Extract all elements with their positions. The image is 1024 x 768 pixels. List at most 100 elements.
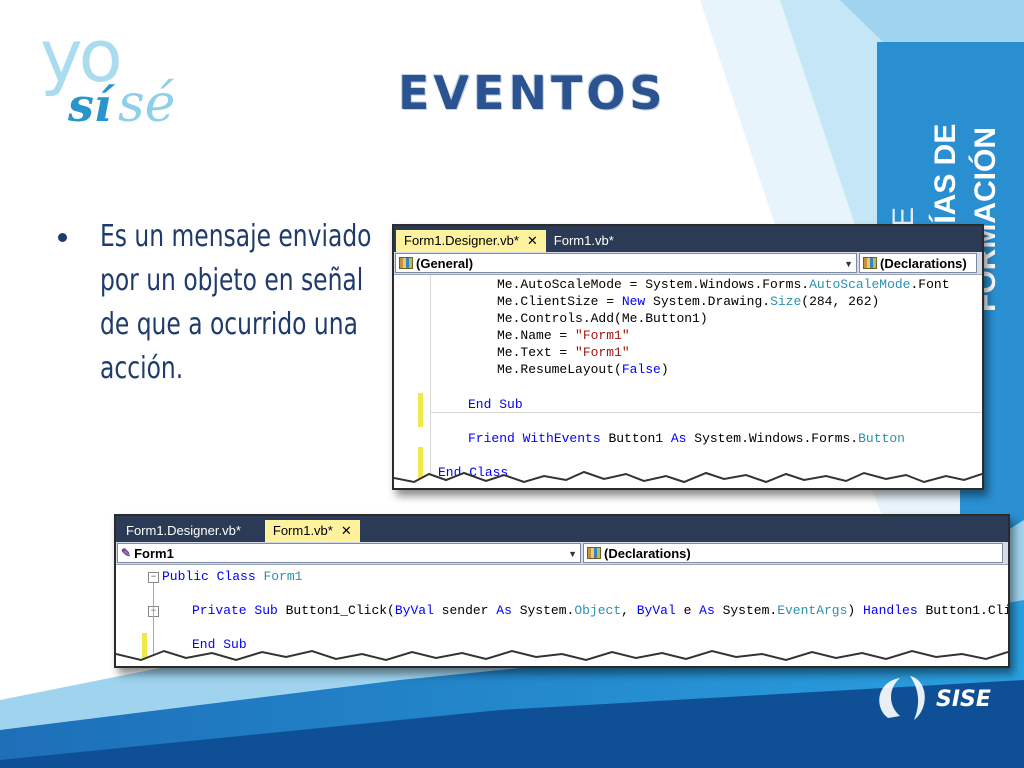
class-dropdown[interactable]: (General) ▼ bbox=[395, 253, 857, 273]
code-token: As bbox=[699, 603, 715, 618]
code-token: .Name = bbox=[512, 328, 576, 343]
code-line: Me.ResumeLayout(False) bbox=[497, 362, 669, 377]
code-token: ByVal bbox=[636, 603, 676, 618]
code-token: Object bbox=[574, 603, 622, 618]
code-token: System.Windows.Forms. bbox=[686, 431, 859, 446]
sise-logo: SISE bbox=[879, 676, 991, 720]
code-token: False bbox=[621, 362, 661, 377]
code-token: .Text = bbox=[512, 345, 576, 360]
logo-si-text: sí bbox=[68, 78, 112, 132]
code-token: Button1_Click( bbox=[277, 603, 395, 618]
tab-form1-designer[interactable]: Form1.Designer.vb* ✕ bbox=[396, 230, 546, 252]
tab-form1-vb[interactable]: Form1.vb* bbox=[546, 230, 622, 252]
code-area[interactable]: Me.AutoScaleMode = System.Windows.Forms.… bbox=[394, 275, 982, 488]
code-token: Friend bbox=[468, 431, 515, 446]
close-tab-icon[interactable]: ✕ bbox=[341, 520, 352, 542]
code-token: Me bbox=[497, 311, 513, 326]
code-token: Public bbox=[162, 569, 209, 584]
code-token: Private bbox=[192, 603, 247, 618]
code-line: Private Sub Button1_Click(ByVal sender A… bbox=[192, 603, 1010, 618]
code-token: .Button1) bbox=[637, 311, 708, 326]
code-token: Sub bbox=[254, 603, 278, 618]
logo-se-text: sé bbox=[118, 74, 176, 134]
code-token: Me bbox=[497, 362, 513, 377]
sise-logo-text: SISE bbox=[936, 687, 991, 712]
code-line: Me.Text = "Form1" bbox=[497, 345, 630, 360]
method-icon bbox=[863, 257, 877, 269]
code-token: As bbox=[496, 603, 512, 618]
chevron-down-icon: ▼ bbox=[844, 259, 853, 269]
code-token: .ResumeLayout( bbox=[512, 362, 622, 377]
code-token: Me bbox=[497, 328, 513, 343]
code-line: Me.AutoScaleMode = System.Windows.Forms.… bbox=[497, 277, 950, 292]
tab-label: Form1.Designer.vb* bbox=[126, 523, 241, 538]
code-token: WithEvents bbox=[522, 431, 601, 446]
code-token: ByVal bbox=[394, 603, 434, 618]
code-token: EventArgs bbox=[777, 603, 848, 618]
tab-label: Form1.vb* bbox=[553, 233, 614, 248]
code-token: System. bbox=[511, 603, 575, 618]
code-token: .Controls.Add( bbox=[512, 311, 622, 326]
code-token: System.Drawing. bbox=[645, 294, 771, 309]
class-icon bbox=[399, 257, 413, 269]
code-token: (284, 262) bbox=[801, 294, 880, 309]
tab-form1-designer[interactable]: Form1.Designer.vb* bbox=[118, 520, 249, 542]
code-token: sender bbox=[433, 603, 497, 618]
code-editor-designer: Form1.Designer.vb* ✕ Form1.vb* (General)… bbox=[392, 224, 984, 490]
code-token: Button1.Click bbox=[925, 603, 1010, 618]
tab-form1-vb[interactable]: Form1.vb* ✕ bbox=[264, 520, 360, 542]
tab-label: Form1.vb* bbox=[272, 523, 333, 538]
torn-edge bbox=[394, 470, 982, 488]
member-dropdown-bar: ✎ Form1 ▼ (Declarations) bbox=[116, 542, 1008, 565]
code-token: System. bbox=[714, 603, 778, 618]
code-token: Class bbox=[216, 569, 256, 584]
code-token: "Form1" bbox=[575, 345, 630, 360]
code-token: , bbox=[621, 603, 637, 618]
code-token: .ClientSize = bbox=[512, 294, 622, 309]
method-dropdown[interactable]: (Declarations) bbox=[583, 543, 1003, 563]
code-token: e bbox=[675, 603, 700, 618]
method-dropdown-value: (Declarations) bbox=[604, 545, 691, 561]
method-dropdown-value: (Declarations) bbox=[880, 255, 967, 271]
code-token: "Form1" bbox=[575, 328, 630, 343]
slide-title: EVENTOS bbox=[398, 66, 667, 120]
code-line: End Sub bbox=[468, 397, 523, 412]
close-tab-icon[interactable]: ✕ bbox=[527, 230, 538, 252]
code-token: Me bbox=[497, 345, 513, 360]
method-dropdown[interactable]: (Declarations) bbox=[859, 253, 977, 273]
code-editor-form: Form1.Designer.vb* Form1.vb* ✕ ✎ Form1 ▼… bbox=[114, 514, 1010, 668]
code-token: Me bbox=[497, 294, 513, 309]
form-class-icon: ✎ bbox=[121, 546, 132, 560]
code-token: ) bbox=[847, 603, 864, 618]
member-dropdown-bar: (General) ▼ (Declarations) bbox=[394, 252, 982, 275]
code-token: ) bbox=[660, 362, 669, 377]
chevron-down-icon: ▼ bbox=[568, 549, 577, 559]
method-icon bbox=[587, 547, 601, 559]
code-token: Form1 bbox=[263, 569, 303, 584]
code-token: Handles bbox=[863, 603, 918, 618]
code-token: As bbox=[670, 431, 687, 446]
code-token: Me bbox=[497, 277, 513, 292]
code-line: Me.Controls.Add(Me.Button1) bbox=[497, 311, 708, 326]
tab-label: Form1.Designer.vb* bbox=[404, 233, 519, 248]
class-dropdown-value: Form1 bbox=[134, 545, 174, 561]
code-token: .Font bbox=[910, 277, 950, 292]
code-line: Friend WithEvents Button1 As System.Wind… bbox=[468, 431, 905, 446]
code-line: Public Class Form1 bbox=[162, 569, 302, 584]
code-line: Me.ClientSize = New System.Drawing.Size(… bbox=[497, 294, 879, 309]
torn-edge bbox=[116, 649, 1008, 666]
code-token: Button1 bbox=[600, 431, 671, 446]
code-token: AutoScaleMode bbox=[809, 277, 911, 292]
code-line: Me.Name = "Form1" bbox=[497, 328, 630, 343]
editor-tab-bar: Form1.Designer.vb* ✕ Form1.vb* bbox=[394, 226, 982, 252]
class-dropdown-value: (General) bbox=[416, 255, 474, 271]
code-token: New bbox=[621, 294, 646, 309]
class-dropdown[interactable]: ✎ Form1 ▼ bbox=[117, 543, 581, 563]
code-token: Size bbox=[770, 294, 802, 309]
bullet-text: Es un mensaje enviado por un objeto en s… bbox=[100, 219, 372, 386]
bullet-dot bbox=[58, 233, 67, 242]
change-marker bbox=[418, 393, 423, 427]
code-token: Me bbox=[621, 311, 638, 326]
collapse-icon[interactable]: − bbox=[148, 572, 159, 583]
code-token: Sub bbox=[499, 397, 523, 412]
